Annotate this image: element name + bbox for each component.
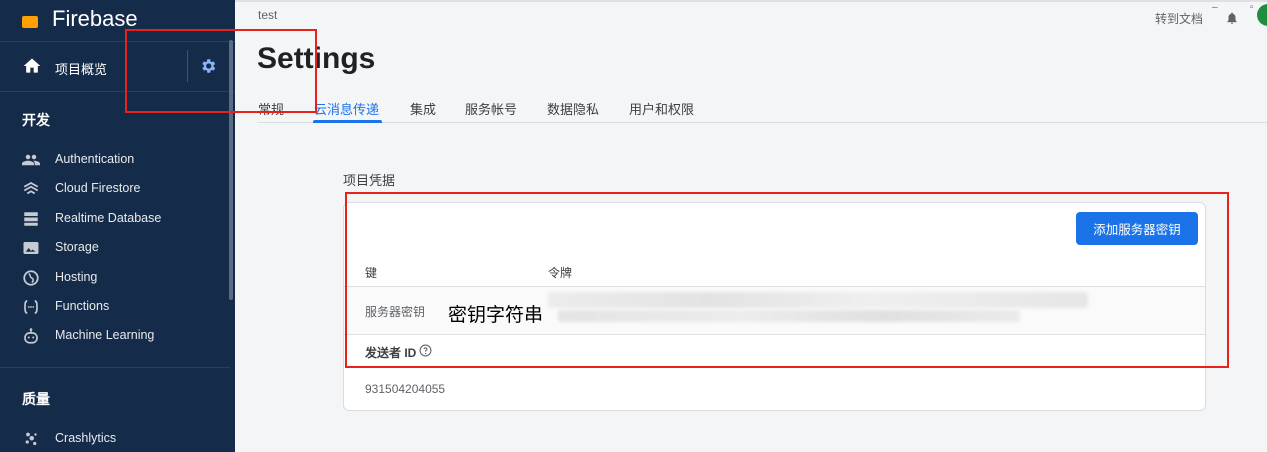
docs-link[interactable]: 转到文档: [1155, 10, 1203, 27]
sidebar-item-label: Realtime Database: [55, 211, 162, 225]
section-quality-title: 质量: [22, 391, 50, 407]
sidebar-item-label: Functions: [55, 299, 110, 313]
tab-integrations[interactable]: 集成: [410, 99, 436, 118]
bell-icon[interactable]: [1225, 10, 1239, 26]
sidebar-item-cloud-firestore[interactable]: Cloud Firestore: [0, 175, 230, 203]
sidebar-item-label: Crashlytics: [55, 431, 117, 445]
sidebar-item-label: Storage: [55, 240, 99, 254]
firestore-icon: [23, 181, 39, 195]
divider: [0, 367, 230, 368]
people-icon: [22, 154, 40, 166]
tab-data-privacy[interactable]: 数据隐私: [547, 99, 599, 118]
avatar[interactable]: [1257, 4, 1267, 26]
tab-cloud-messaging[interactable]: 云消息传递: [314, 99, 379, 118]
firebase-logo-icon: [22, 16, 38, 28]
sidebar-item-realtime-database[interactable]: Realtime Database: [0, 205, 230, 233]
sidebar-item-label: Hosting: [55, 270, 98, 284]
firebase-console: Firebase 项目概览 开发 Authentication Cloud Fi…: [0, 0, 1267, 452]
globe-icon: [23, 270, 39, 286]
section-build-title: 开发: [22, 112, 50, 128]
tab-service-accounts[interactable]: 服务帐号: [465, 99, 517, 118]
sender-id-value: 931504204055: [365, 382, 446, 396]
sidebar-item-authentication[interactable]: Authentication: [0, 146, 230, 174]
breadcrumb[interactable]: test: [258, 8, 277, 22]
highlight-box-settings: [125, 29, 317, 113]
window-top-edge: [235, 0, 1267, 2]
sidebar-item-machine-learning[interactable]: Machine Learning: [0, 322, 230, 350]
sidebar-item-label: Machine Learning: [55, 328, 155, 342]
highlight-box-credentials: [345, 192, 1229, 368]
maximize-icon[interactable]: ▫: [1250, 2, 1254, 13]
crashlytics-icon: [25, 432, 37, 446]
minimize-icon[interactable]: –: [1212, 2, 1218, 13]
sidebar-item-label: Cloud Firestore: [55, 181, 141, 195]
sidebar-item-label: Authentication: [55, 152, 135, 166]
sidebar-item-hosting[interactable]: Hosting: [0, 264, 230, 292]
sidebar-item-storage[interactable]: Storage: [0, 234, 230, 262]
robot-icon: [24, 328, 38, 344]
tab-users-permissions[interactable]: 用户和权限: [629, 99, 694, 118]
storage-icon: [23, 242, 39, 254]
sidebar-item-crashlytics[interactable]: Crashlytics: [0, 425, 230, 452]
sidebar-item-functions[interactable]: Functions: [0, 293, 230, 321]
project-credentials-label: 项目凭据: [343, 173, 396, 188]
home-icon: [23, 58, 41, 73]
tabs-divider: [257, 122, 1267, 123]
database-icon: [24, 212, 38, 226]
functions-icon: [24, 300, 38, 314]
project-overview-link[interactable]: 项目概览: [55, 59, 107, 78]
active-tab-indicator: [313, 120, 382, 123]
